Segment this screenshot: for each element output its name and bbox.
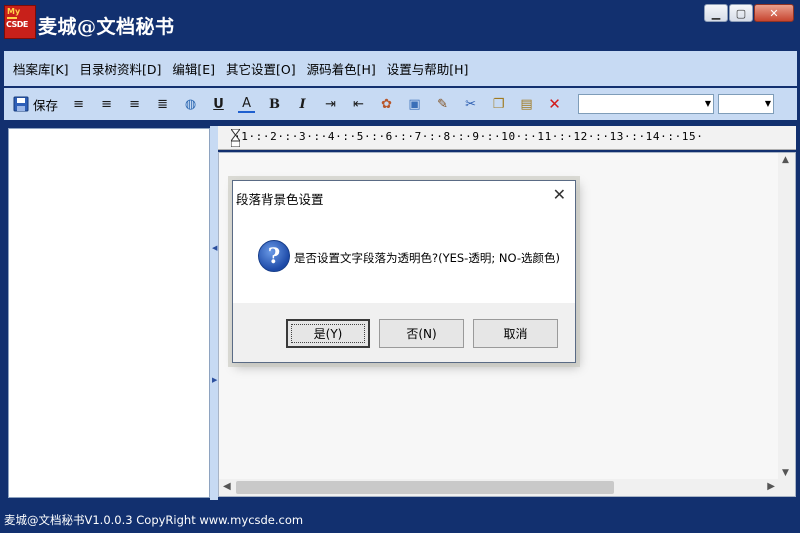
menu-source-coloring[interactable]: 源码着色[H] — [307, 59, 376, 78]
no-button[interactable]: 否(N) — [379, 319, 464, 348]
image-icon[interactable]: ▣ — [406, 96, 423, 113]
splitter-arrow-icon: ▶ — [212, 376, 218, 384]
italic-icon[interactable]: I — [294, 96, 311, 113]
app-title: 麦城@文档秘书 — [38, 16, 175, 38]
scroll-up-icon[interactable]: ▲ — [782, 155, 789, 165]
menu-bar: 档案库[K] 目录树资料[D] 编辑[E] 其它设置[O] 源码着色[H] 设置… — [4, 51, 797, 86]
font-color-icon[interactable]: A — [238, 96, 256, 113]
paragraph-background-dialog: 段落背景色设置 ✕ ? 是否设置文字段落为透明色?(YES-透明; NO-选颜色… — [232, 180, 576, 363]
chevron-down-icon: ▼ — [704, 99, 712, 108]
dialog-message: 是否设置文字段落为透明色?(YES-透明; NO-选颜色) — [294, 251, 560, 265]
font-name-combo[interactable]: ▼ — [578, 94, 715, 114]
dialog-title: 段落背景色设置 — [236, 192, 324, 207]
paint-icon[interactable]: ✿ — [378, 96, 395, 113]
status-bar: 麦城@文档秘书V1.0.0.3 CopyRight www.mycsde.com — [0, 510, 800, 533]
question-icon: ? — [258, 240, 290, 272]
justify-icon[interactable]: ≣ — [154, 96, 171, 113]
vertical-scrollbar[interactable]: ▲ ▼ — [778, 153, 795, 480]
logo-bar — [7, 17, 17, 19]
horizontal-scrollbar[interactable]: ◀ ▶ — [219, 479, 795, 496]
scroll-right-icon[interactable]: ▶ — [767, 481, 775, 492]
close-button[interactable]: ✕ — [754, 4, 794, 22]
maximize-button[interactable]: ▢ — [729, 4, 753, 22]
ruler-indent-marker[interactable] — [231, 129, 240, 147]
save-icon[interactable] — [12, 96, 29, 113]
underline-icon[interactable]: U — [210, 96, 227, 113]
app-logo: My CSDE — [4, 5, 36, 39]
menu-other-settings[interactable]: 其它设置[O] — [226, 59, 296, 78]
splitter-arrow-icon: ◀ — [212, 244, 218, 252]
dialog-body: ? 是否设置文字段落为透明色?(YES-透明; NO-选颜色) — [233, 213, 575, 303]
copy-icon[interactable]: ❐ — [490, 96, 507, 113]
title-bar: My CSDE 麦城@文档秘书 ▁ ▢ ✕ — [0, 0, 800, 48]
menu-settings-help[interactable]: 设置与帮助[H] — [387, 59, 469, 78]
save-button[interactable]: 保存 — [33, 95, 58, 114]
menu-archive[interactable]: 档案库[K] — [13, 59, 68, 78]
tool-icon[interactable]: ✎ — [434, 96, 451, 113]
align-left-icon[interactable]: ≡ — [70, 96, 87, 113]
menu-directory-tree[interactable]: 目录树资料[D] — [79, 59, 161, 78]
panel-splitter[interactable]: ◀ ▶ — [210, 126, 218, 500]
dialog-title-bar: 段落背景色设置 ✕ — [233, 181, 575, 213]
ruler-scale: ·1·:·2·:·3·:·4·:·5·:·6·:·7·:·8·:·9·:·10·… — [234, 130, 704, 143]
globe-icon[interactable]: ◍ — [182, 96, 199, 113]
cut-icon[interactable]: ✂ — [462, 96, 479, 113]
paste-icon[interactable]: ▤ — [518, 96, 535, 113]
chevron-down-icon: ▼ — [764, 99, 772, 108]
minimize-button[interactable]: ▁ — [704, 4, 728, 22]
cancel-button[interactable]: 取消 — [473, 319, 558, 348]
toolbar: 保存 ≡ ≡ ≡ ≣ ◍ U A B I ⇥ ⇤ ✿ ▣ ✎ ✂ ❐ ▤ ✕ ▼… — [4, 88, 797, 120]
font-size-combo[interactable]: ▼ — [718, 94, 775, 114]
ruler: ·1·:·2·:·3·:·4·:·5·:·6·:·7·:·8·:·9·:·10·… — [218, 126, 796, 150]
dialog-close-button[interactable]: ✕ — [553, 185, 566, 204]
scroll-left-icon[interactable]: ◀ — [223, 481, 231, 492]
align-center-icon[interactable]: ≡ — [98, 96, 115, 113]
indent-icon[interactable]: ⇥ — [322, 96, 339, 113]
menu-edit[interactable]: 编辑[E] — [172, 59, 215, 78]
logo-bottom-text: CSDE — [6, 20, 28, 29]
logo-top-text: My — [7, 7, 21, 16]
yes-button[interactable]: 是(Y) — [286, 319, 370, 348]
delete-icon[interactable]: ✕ — [546, 95, 563, 113]
outdent-icon[interactable]: ⇤ — [350, 96, 367, 113]
window-controls: ▁ ▢ ✕ — [704, 4, 794, 22]
bold-icon[interactable]: B — [266, 96, 283, 113]
horizontal-scroll-thumb[interactable] — [236, 481, 614, 494]
directory-tree-panel[interactable] — [8, 128, 210, 498]
align-right-icon[interactable]: ≡ — [126, 96, 143, 113]
scroll-down-icon[interactable]: ▼ — [782, 468, 789, 478]
